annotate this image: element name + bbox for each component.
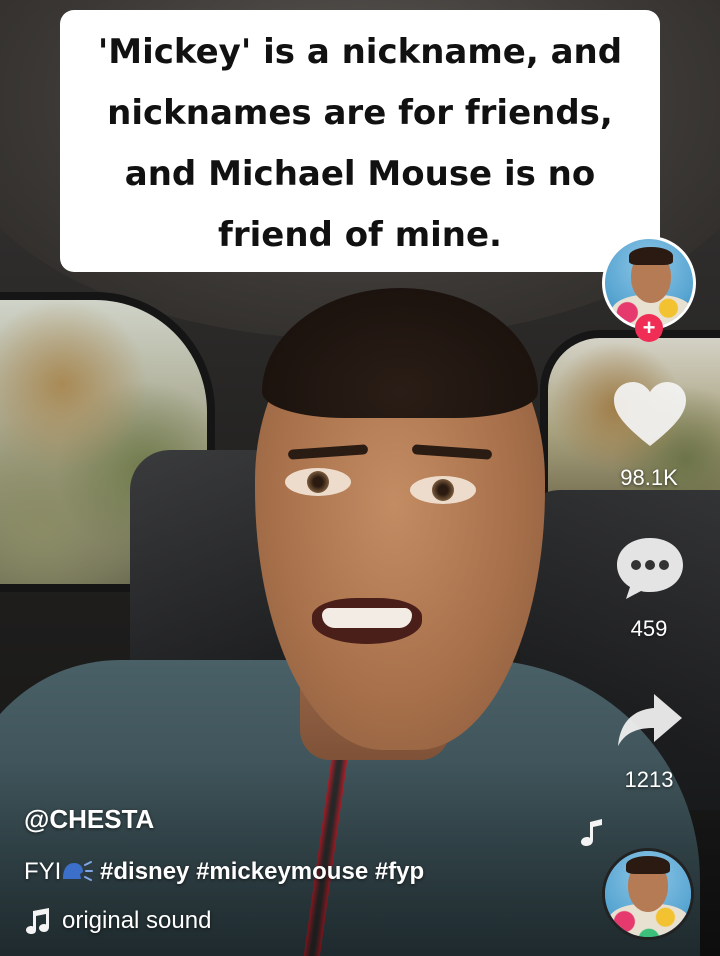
sound-row[interactable]: original sound xyxy=(24,907,211,935)
avatar-hair xyxy=(629,247,673,265)
like-count: 98.1K xyxy=(620,465,678,490)
sound-label: original sound xyxy=(62,907,212,934)
music-note-icon xyxy=(26,908,49,934)
comment-bubble-icon[interactable] xyxy=(614,535,686,601)
desc-prefix: FYI xyxy=(24,858,62,885)
sound-disc[interactable] xyxy=(602,848,694,940)
heart-icon[interactable] xyxy=(612,380,688,450)
caption-line-1: 'Mickey' is a nickname, and xyxy=(97,32,623,72)
music-note-icon xyxy=(580,818,606,848)
follow-button[interactable]: + xyxy=(635,314,663,342)
speaking-head-icon xyxy=(61,859,94,883)
disc-avatar-hair xyxy=(626,856,670,874)
hashtags[interactable]: #disney #mickeymouse #fyp xyxy=(100,858,424,885)
right-eye xyxy=(410,476,476,504)
caption-line-2: nicknames are for friends, xyxy=(107,93,613,133)
creator-username[interactable]: @CHESTA xyxy=(24,804,154,835)
share-arrow-icon[interactable] xyxy=(614,690,686,750)
caption-line-4: friend of mine. xyxy=(218,215,502,255)
left-eye xyxy=(285,468,351,496)
caption-box: 'Mickey' is a nickname, and nicknames ar… xyxy=(60,10,660,272)
share-count: 1213 xyxy=(624,767,674,792)
teeth xyxy=(322,608,412,628)
comment-count: 459 xyxy=(630,616,668,641)
sound-disc-avatar xyxy=(605,851,691,937)
post-description: FYI #disney #mickeymouse #fyp xyxy=(24,858,424,886)
caption-line-3: and Michael Mouse is no xyxy=(124,154,596,194)
